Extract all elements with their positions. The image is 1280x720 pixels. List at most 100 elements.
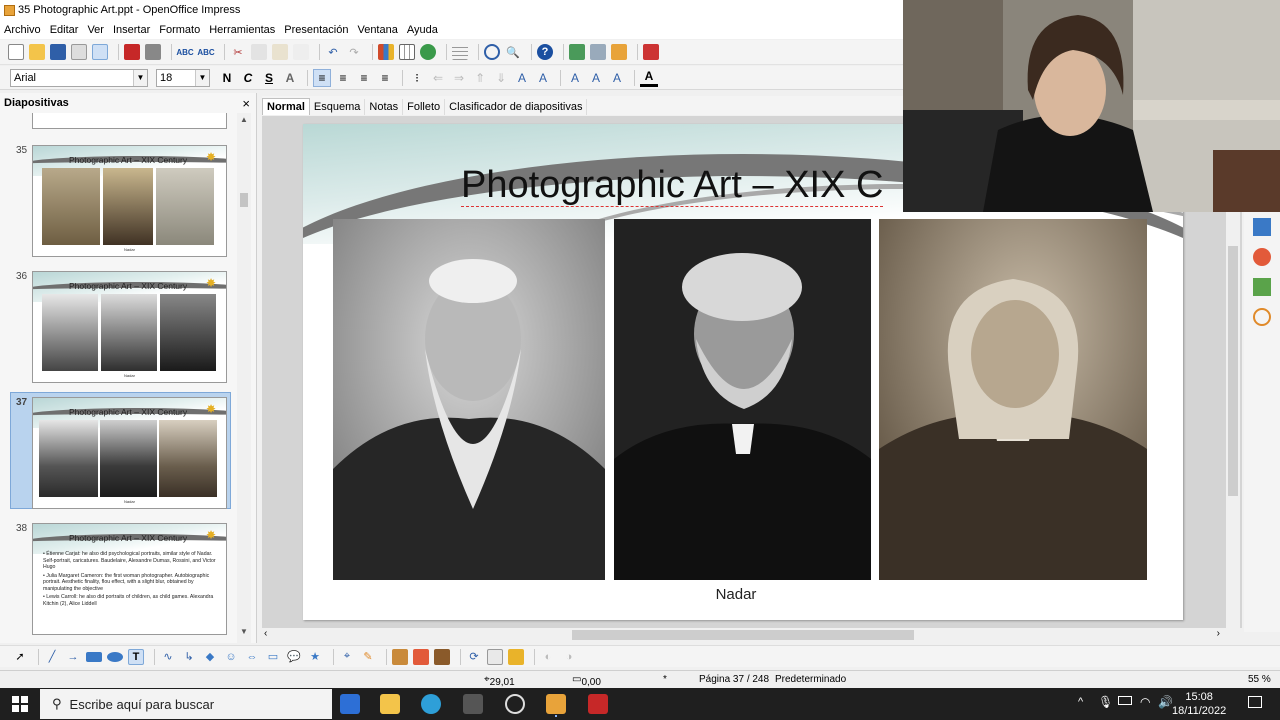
stars-icon[interactable]: ★ bbox=[307, 649, 323, 665]
menu-editar[interactable]: Editar bbox=[50, 24, 79, 36]
arrow-line-icon[interactable]: → bbox=[65, 649, 81, 665]
notifications-icon[interactable] bbox=[1248, 696, 1262, 708]
grid-icon[interactable] bbox=[452, 44, 468, 60]
menu-insertar[interactable]: Insertar bbox=[113, 24, 150, 36]
rectangle-icon[interactable] bbox=[86, 651, 102, 662]
windows-start-icon[interactable] bbox=[12, 696, 28, 712]
font-name-combo[interactable]: Arial ▼ bbox=[10, 68, 148, 87]
zoom-icon[interactable]: 🔍 bbox=[505, 44, 521, 60]
ellipse-icon[interactable] bbox=[107, 651, 123, 662]
demote-icon[interactable]: ⇐ bbox=[429, 69, 447, 87]
file-explorer-icon[interactable] bbox=[380, 694, 400, 714]
scroll-up-icon[interactable]: ▲ bbox=[237, 115, 251, 127]
navigator-icon[interactable] bbox=[420, 44, 436, 60]
font-size-combo[interactable]: 18 ▼ bbox=[156, 68, 210, 87]
italic-icon[interactable]: C bbox=[239, 69, 257, 87]
underline-icon[interactable]: S bbox=[260, 69, 278, 87]
display-icon[interactable] bbox=[611, 44, 627, 60]
scrollbar-thumb[interactable] bbox=[1228, 246, 1238, 496]
new-icon[interactable] bbox=[8, 44, 24, 60]
tab-normal[interactable]: Normal bbox=[262, 98, 310, 115]
autospell-icon[interactable]: ABC bbox=[197, 44, 214, 60]
curve-icon[interactable]: ∿ bbox=[160, 649, 176, 665]
recorder-icon[interactable] bbox=[505, 694, 525, 714]
connector-icon[interactable]: ↳ bbox=[181, 649, 197, 665]
redo-icon[interactable]: ↷ bbox=[346, 44, 362, 60]
taskview-icon[interactable] bbox=[340, 694, 360, 714]
select-arrow-icon[interactable]: ➚ bbox=[12, 649, 28, 665]
close-icon[interactable]: × bbox=[242, 96, 250, 111]
menu-ver[interactable]: Ver bbox=[87, 24, 104, 36]
justify-icon[interactable]: ≡ bbox=[376, 69, 394, 87]
align-center-icon[interactable]: ≡ bbox=[334, 69, 352, 87]
grow-font-icon[interactable]: A bbox=[566, 69, 584, 87]
save-icon[interactable] bbox=[50, 44, 66, 60]
open-icon[interactable] bbox=[29, 44, 45, 60]
chevron-down-icon[interactable]: ▼ bbox=[133, 69, 147, 86]
tab-clasificador[interactable]: Clasificador de diapositivas bbox=[445, 99, 588, 115]
slide-thumbnail-36[interactable]: Photographic Art – XIX Century ✸ Nadar bbox=[32, 271, 227, 383]
undo-icon[interactable]: ↶ bbox=[325, 44, 341, 60]
properties-icon[interactable] bbox=[1253, 218, 1271, 236]
slide-title[interactable]: Photographic Art – XIX C bbox=[461, 164, 884, 207]
portrait-photo-1[interactable] bbox=[333, 219, 605, 580]
glue-points-icon[interactable]: ✎ bbox=[360, 649, 376, 665]
styles-icon[interactable] bbox=[1253, 248, 1271, 266]
cut-icon[interactable]: ✂ bbox=[230, 44, 246, 60]
portrait-photo-2[interactable] bbox=[614, 219, 871, 580]
scroll-left-icon[interactable]: ‹ bbox=[264, 628, 267, 639]
slideshow-icon[interactable] bbox=[643, 44, 659, 60]
draw-functions-icon[interactable] bbox=[484, 44, 500, 60]
microphone-icon[interactable]: 🎙 bbox=[1098, 695, 1113, 709]
rotate-icon[interactable]: ⟳ bbox=[466, 649, 482, 665]
symbol-shapes-icon[interactable]: ☺ bbox=[223, 649, 239, 665]
scroll-right-icon[interactable]: › bbox=[1217, 628, 1220, 639]
openoffice-impress-icon[interactable] bbox=[546, 694, 566, 714]
taskbar-search[interactable]: ⚲ Escribe aquí para buscar bbox=[40, 689, 332, 719]
spellcheck-icon[interactable]: ABC bbox=[176, 44, 193, 60]
decrease-spacing-icon[interactable]: A bbox=[534, 69, 552, 87]
volume-icon[interactable]: 🔊 bbox=[1158, 695, 1173, 709]
slide-icon[interactable] bbox=[569, 44, 585, 60]
promote-icon[interactable]: ⇒ bbox=[450, 69, 468, 87]
flowchart-icon[interactable]: ▭ bbox=[265, 649, 281, 665]
tab-esquema[interactable]: Esquema bbox=[310, 99, 366, 115]
workspace-horizontal-scrollbar[interactable]: ‹ › bbox=[262, 628, 1226, 642]
slide-thumbnail-list[interactable]: 35 Photographic Art – XIX Century ✸ Nada… bbox=[0, 113, 237, 643]
gallery-icon[interactable] bbox=[1253, 278, 1271, 296]
clock[interactable]: 15:08 18/11/2022 bbox=[1172, 690, 1226, 718]
slide-thumbnail-35[interactable]: Photographic Art – XIX Century ✸ Nadar bbox=[32, 145, 227, 257]
slide-thumbnail-38[interactable]: Photographic Art – XIX Century ✸ • Étien… bbox=[32, 523, 227, 635]
menu-ventana[interactable]: Ventana bbox=[357, 24, 397, 36]
tab-folleto[interactable]: Folleto bbox=[403, 99, 446, 115]
table-icon[interactable] bbox=[399, 44, 415, 60]
basic-shapes-icon[interactable]: ◆ bbox=[202, 649, 218, 665]
portrait-photo-3[interactable] bbox=[879, 219, 1147, 580]
pdf-reader-icon[interactable] bbox=[588, 694, 608, 714]
animation-icon[interactable]: ◑ bbox=[561, 649, 577, 665]
align-right-icon[interactable]: ≡ bbox=[355, 69, 373, 87]
move-up-icon[interactable]: ⇑ bbox=[471, 69, 489, 87]
char-spacing-icon[interactable]: A bbox=[608, 69, 626, 87]
arrange-icon[interactable] bbox=[508, 648, 524, 665]
increase-spacing-icon[interactable]: A bbox=[513, 69, 531, 87]
wifi-icon[interactable]: ◠ bbox=[1140, 695, 1150, 709]
scrollbar-thumb[interactable] bbox=[240, 193, 248, 207]
align-left-icon[interactable]: ≡ bbox=[313, 68, 331, 87]
line-icon[interactable]: ╱ bbox=[44, 649, 60, 665]
edge-icon[interactable] bbox=[421, 694, 441, 714]
callouts-icon[interactable]: 💬 bbox=[286, 649, 302, 665]
tab-notas[interactable]: Notas bbox=[365, 99, 404, 115]
menu-archivo[interactable]: Archivo bbox=[4, 24, 41, 36]
bold-icon[interactable]: N bbox=[218, 69, 236, 87]
menu-ayuda[interactable]: Ayuda bbox=[407, 24, 438, 36]
bullets-icon[interactable]: ⁝ bbox=[408, 69, 426, 87]
shadow-icon[interactable]: A bbox=[281, 69, 299, 87]
copy-icon[interactable] bbox=[251, 44, 267, 60]
text-icon[interactable]: T bbox=[128, 648, 144, 665]
edit-icon[interactable] bbox=[92, 44, 108, 60]
slide-caption[interactable]: Nadar bbox=[303, 586, 1169, 603]
menu-formato[interactable]: Formato bbox=[159, 24, 200, 36]
print-icon[interactable] bbox=[145, 44, 161, 60]
image-icon[interactable] bbox=[434, 648, 450, 665]
